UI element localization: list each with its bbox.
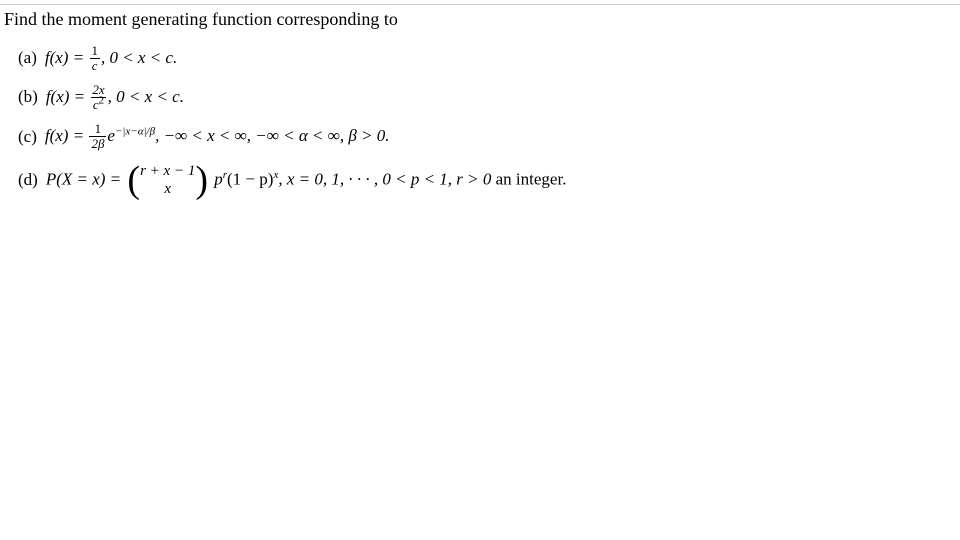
lhs: f(x) = xyxy=(45,48,89,67)
item-c-expr: f(x) = 1 2β e−|x−α|/β, −∞ < x < ∞, −∞ < … xyxy=(45,122,390,151)
item-b: (b) f(x) = 2x c2 , 0 < x < c. xyxy=(18,83,948,112)
lhs: P(X = x) = xyxy=(46,169,126,188)
cond: , −∞ < x < ∞, −∞ < α < ∞, β > 0. xyxy=(155,126,389,145)
item-c: (c) f(x) = 1 2β e−|x−α|/β, −∞ < x < ∞, −… xyxy=(18,122,948,151)
frac: 2x c2 xyxy=(90,83,106,111)
one-minus-p: (1 − p) xyxy=(227,169,273,188)
item-b-label: (b) xyxy=(18,83,38,112)
den: 2β xyxy=(91,136,104,151)
item-a-label: (a) xyxy=(18,44,37,73)
e: e xyxy=(107,126,115,145)
item-d-expr: P(X = x) = ( r + x − 1 x ) pr(1 − p)x, x… xyxy=(46,162,567,200)
frac: 1 c xyxy=(89,44,100,72)
binomial: ( r + x − 1 x ) xyxy=(127,162,208,200)
num: 1 xyxy=(89,44,100,58)
num: 1 xyxy=(93,122,104,136)
item-d: (d) P(X = x) = ( r + x − 1 x ) pr(1 − p)… xyxy=(18,162,948,200)
frac: 1 2β xyxy=(89,122,106,150)
paren-left: ( xyxy=(127,165,140,195)
cond: , 0 < x < c. xyxy=(108,87,184,106)
cond1: , x = 0, 1, · · · , 0 < p < 1, r > 0 xyxy=(278,169,495,188)
den: c xyxy=(92,58,98,73)
problem-list: (a) f(x) = 1 c , 0 < x < c. (b) f(x) = 2… xyxy=(0,44,960,199)
item-d-label: (d) xyxy=(18,166,38,195)
binom-bot: x xyxy=(164,180,171,199)
item-a: (a) f(x) = 1 c , 0 < x < c. xyxy=(18,44,948,73)
den-sup: 2 xyxy=(99,95,105,107)
paren-right: ) xyxy=(195,165,208,195)
lhs: f(x) = xyxy=(45,126,89,145)
problem-statement: Find the moment generating function corr… xyxy=(0,4,960,44)
lhs: f(x) = xyxy=(46,87,90,106)
cond2: an integer. xyxy=(496,169,567,188)
item-a-expr: f(x) = 1 c , 0 < x < c. xyxy=(45,44,177,73)
binom-inner: r + x − 1 x xyxy=(140,162,195,200)
exp: −|x−α|/β xyxy=(115,126,155,138)
item-c-label: (c) xyxy=(18,123,37,152)
header-text: Find the moment generating function corr… xyxy=(4,9,398,29)
binom-top: r + x − 1 xyxy=(140,162,195,181)
item-b-expr: f(x) = 2x c2 , 0 < x < c. xyxy=(46,83,184,112)
p: p xyxy=(214,169,223,188)
cond: , 0 < x < c. xyxy=(101,48,177,67)
